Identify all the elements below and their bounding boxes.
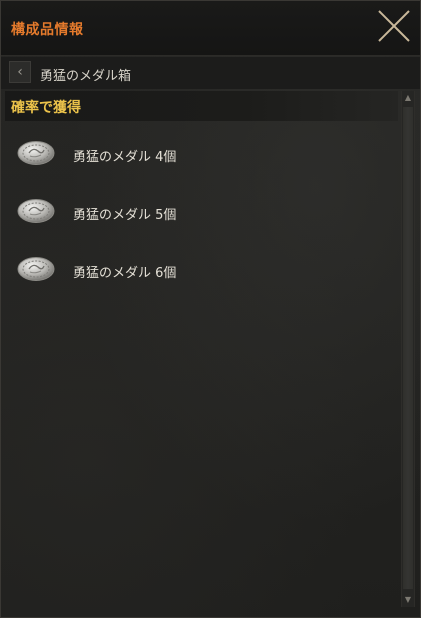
close-icon xyxy=(378,10,410,42)
scroll-down-button[interactable]: ▼ xyxy=(402,593,414,607)
scroll-up-button[interactable]: ▲ xyxy=(402,91,414,105)
breadcrumb-label: 勇猛のメダル箱 xyxy=(40,69,132,84)
chevron-up-icon: ▲ xyxy=(404,93,412,102)
item-label: 勇猛のメダル 6個 xyxy=(73,266,177,281)
component-info-window: 構成品情報 ‹ 勇猛のメダル箱 確率で獲得 勇猛のメダル 4個 勇猛のメダル 5… xyxy=(0,0,421,618)
item-label: 勇猛のメダル 5個 xyxy=(73,208,177,223)
item-label: 勇猛のメダル 4個 xyxy=(73,150,177,165)
list-item[interactable]: 勇猛のメダル 6個 xyxy=(5,239,398,297)
item-list: 勇猛のメダル 4個 勇猛のメダル 5個 勇猛のメダル 6個 xyxy=(5,123,398,297)
chevron-down-icon: ▼ xyxy=(404,595,412,604)
list-item[interactable]: 勇猛のメダル 4個 xyxy=(5,123,398,181)
scroll-thumb[interactable] xyxy=(403,107,413,589)
silver-medal-icon xyxy=(17,199,55,223)
window-title: 構成品情報 xyxy=(11,22,84,38)
section-title: 確率で獲得 xyxy=(11,100,81,116)
title-bar: 構成品情報 xyxy=(1,1,420,56)
scrollbar[interactable]: ▲ ▼ xyxy=(401,91,415,607)
close-button[interactable] xyxy=(376,8,412,44)
back-button[interactable]: ‹ xyxy=(9,61,31,83)
silver-medal-icon xyxy=(17,257,55,281)
section-header: 確率で獲得 xyxy=(5,91,398,121)
list-item[interactable]: 勇猛のメダル 5個 xyxy=(5,181,398,239)
breadcrumb: ‹ 勇猛のメダル箱 xyxy=(1,57,420,89)
silver-medal-icon xyxy=(17,141,55,165)
chevron-left-icon: ‹ xyxy=(17,64,23,80)
